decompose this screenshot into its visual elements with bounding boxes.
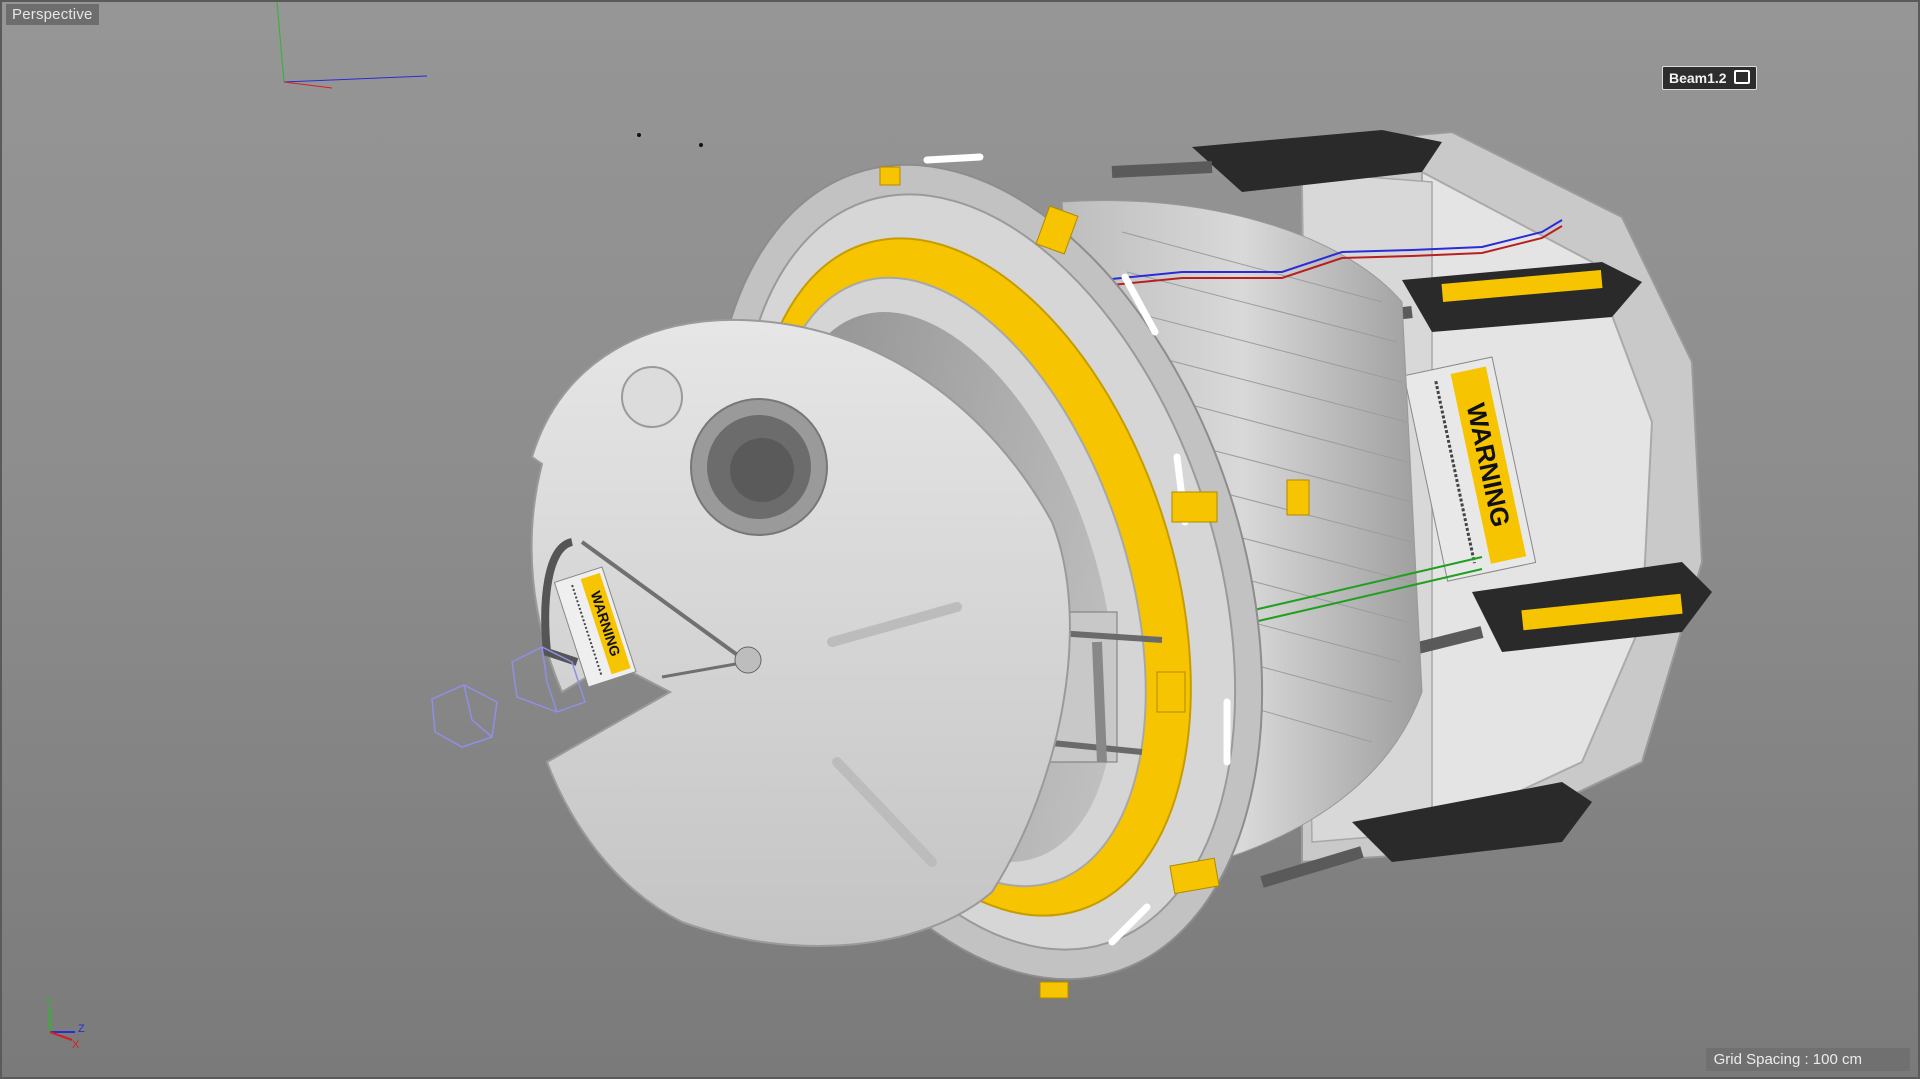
object-name-tag[interactable]: Beam1.2	[1662, 66, 1758, 90]
lock-icon	[1734, 70, 1751, 84]
grid-spacing-readout: Grid Spacing : 100 cm	[1705, 1048, 1910, 1071]
null-object-dot	[699, 143, 703, 147]
viewport-camera-label[interactable]: Perspective	[6, 4, 99, 25]
axis-z-label: Z	[78, 1023, 85, 1035]
null-object-dot	[637, 133, 641, 137]
world-axis	[276, 2, 428, 89]
axis-gizmo: Y Z X	[45, 995, 85, 1051]
object-name-text: Beam1.2	[1669, 70, 1727, 86]
3d-viewport[interactable]: WARNING WARNING Y Z X Perspective Beam1.…	[0, 0, 1920, 1079]
axis-x-label: X	[72, 1039, 80, 1051]
scene-render[interactable]: WARNING WARNING Y Z X	[2, 2, 1920, 1079]
axis-y-label: Y	[45, 995, 53, 1007]
